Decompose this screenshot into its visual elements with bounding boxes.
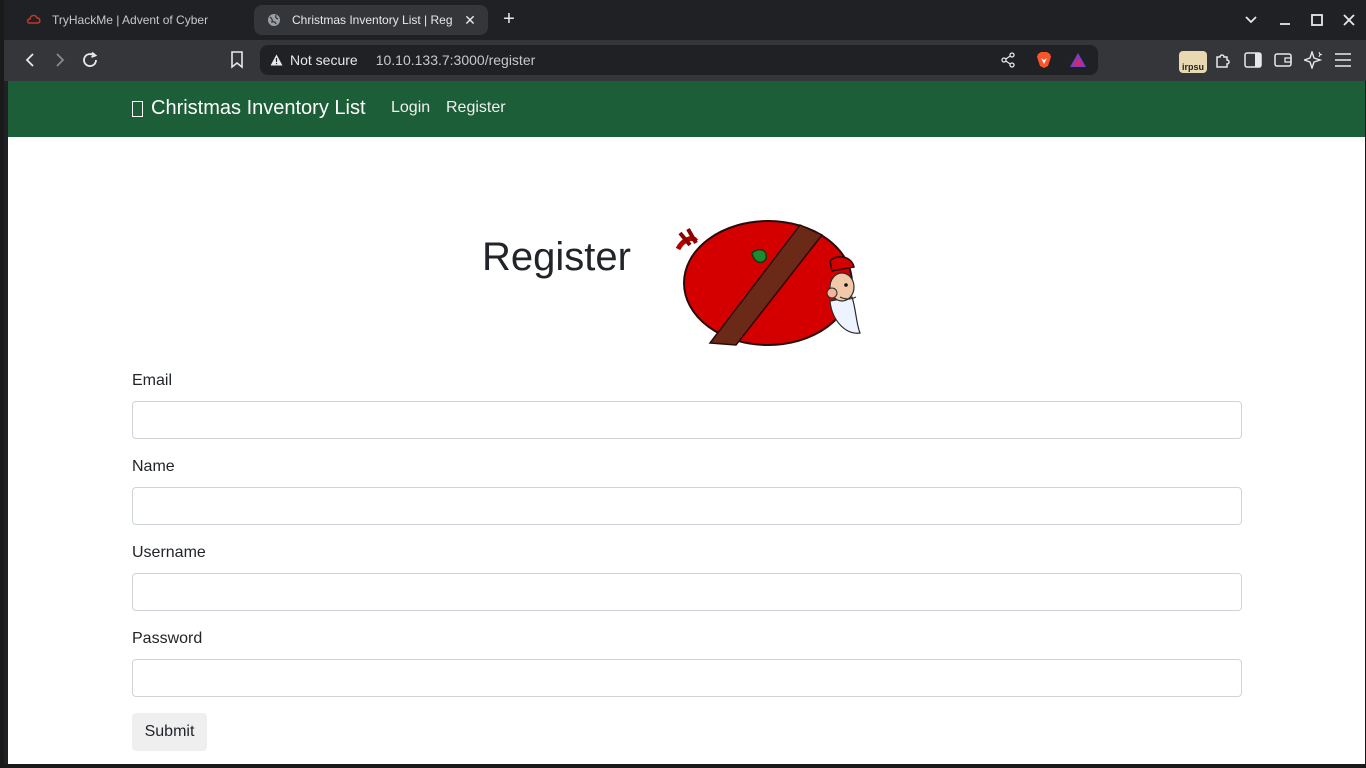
name-label: Name xyxy=(132,458,175,475)
password-label: Password xyxy=(132,630,203,647)
globe-icon xyxy=(266,12,282,28)
tab-strip: TryHackMe | Advent of Cyber 1 [2019] Chr… xyxy=(4,0,1366,40)
browser-toolbar: Not secure 10.10.133.7:3000/register irp… xyxy=(4,40,1366,81)
nav-login-link[interactable]: Login xyxy=(391,99,430,117)
tab-christmas-inventory[interactable]: Christmas Inventory List | Register ✕ xyxy=(254,5,488,35)
menu-hamburger-icon[interactable] xyxy=(1331,48,1355,72)
close-window-icon[interactable] xyxy=(1339,10,1359,30)
name-field[interactable] xyxy=(132,487,1242,525)
page-title: Register xyxy=(482,235,631,279)
forward-arrow-icon[interactable] xyxy=(48,48,72,72)
tab-title: TryHackMe | Advent of Cyber 1 [2019] xyxy=(52,13,212,27)
password-field[interactable] xyxy=(132,659,1242,697)
tab-tryhackme[interactable]: TryHackMe | Advent of Cyber 1 [2019] xyxy=(18,5,248,35)
security-label[interactable]: Not secure xyxy=(290,52,358,68)
back-arrow-icon[interactable] xyxy=(18,48,42,72)
santa-sack-image xyxy=(675,220,861,346)
page-content: Christmas Inventory List Login Register … xyxy=(8,81,1365,764)
tryhackme-icon xyxy=(26,12,42,28)
sidebar-icon[interactable] xyxy=(1241,48,1265,72)
email-label: Email xyxy=(132,372,173,389)
username-field[interactable] xyxy=(132,573,1242,611)
wallet-icon[interactable] xyxy=(1271,48,1295,72)
submit-button[interactable]: Submit xyxy=(132,713,207,751)
bookmark-icon[interactable] xyxy=(225,48,249,72)
brave-rewards-icon[interactable] xyxy=(1069,51,1087,69)
url-text[interactable]: 10.10.133.7:3000/register xyxy=(376,52,536,68)
tab-title: Christmas Inventory List | Register xyxy=(292,13,452,27)
email-field[interactable] xyxy=(132,401,1242,439)
brave-shield-icon[interactable] xyxy=(1035,51,1053,69)
brand-link[interactable]: Christmas Inventory List xyxy=(132,97,366,120)
tab-search-chevron-down-icon[interactable] xyxy=(1241,10,1261,30)
extensions-puzzle-icon[interactable] xyxy=(1211,48,1235,72)
warning-icon[interactable] xyxy=(270,53,284,67)
reload-icon[interactable] xyxy=(78,48,102,72)
minimize-icon[interactable] xyxy=(1275,10,1295,30)
nav-register-link[interactable]: Register xyxy=(446,99,506,117)
maximize-icon[interactable] xyxy=(1307,10,1327,30)
address-bar[interactable]: Not secure 10.10.133.7:3000/register xyxy=(260,45,1098,75)
browser-window: TryHackMe | Advent of Cyber 1 [2019] Chr… xyxy=(0,0,1366,768)
site-navbar: Christmas Inventory List Login Register xyxy=(8,81,1365,137)
extension-badge[interactable]: irpsu xyxy=(1179,51,1207,73)
close-tab-icon[interactable]: ✕ xyxy=(462,12,478,28)
share-icon[interactable] xyxy=(999,51,1017,69)
leo-ai-sparkle-icon[interactable] xyxy=(1301,48,1325,72)
brand-text: Christmas Inventory List xyxy=(151,97,366,119)
new-tab-button[interactable]: + xyxy=(499,9,519,30)
username-label: Username xyxy=(132,544,206,561)
missing-glyph-icon xyxy=(132,100,143,117)
